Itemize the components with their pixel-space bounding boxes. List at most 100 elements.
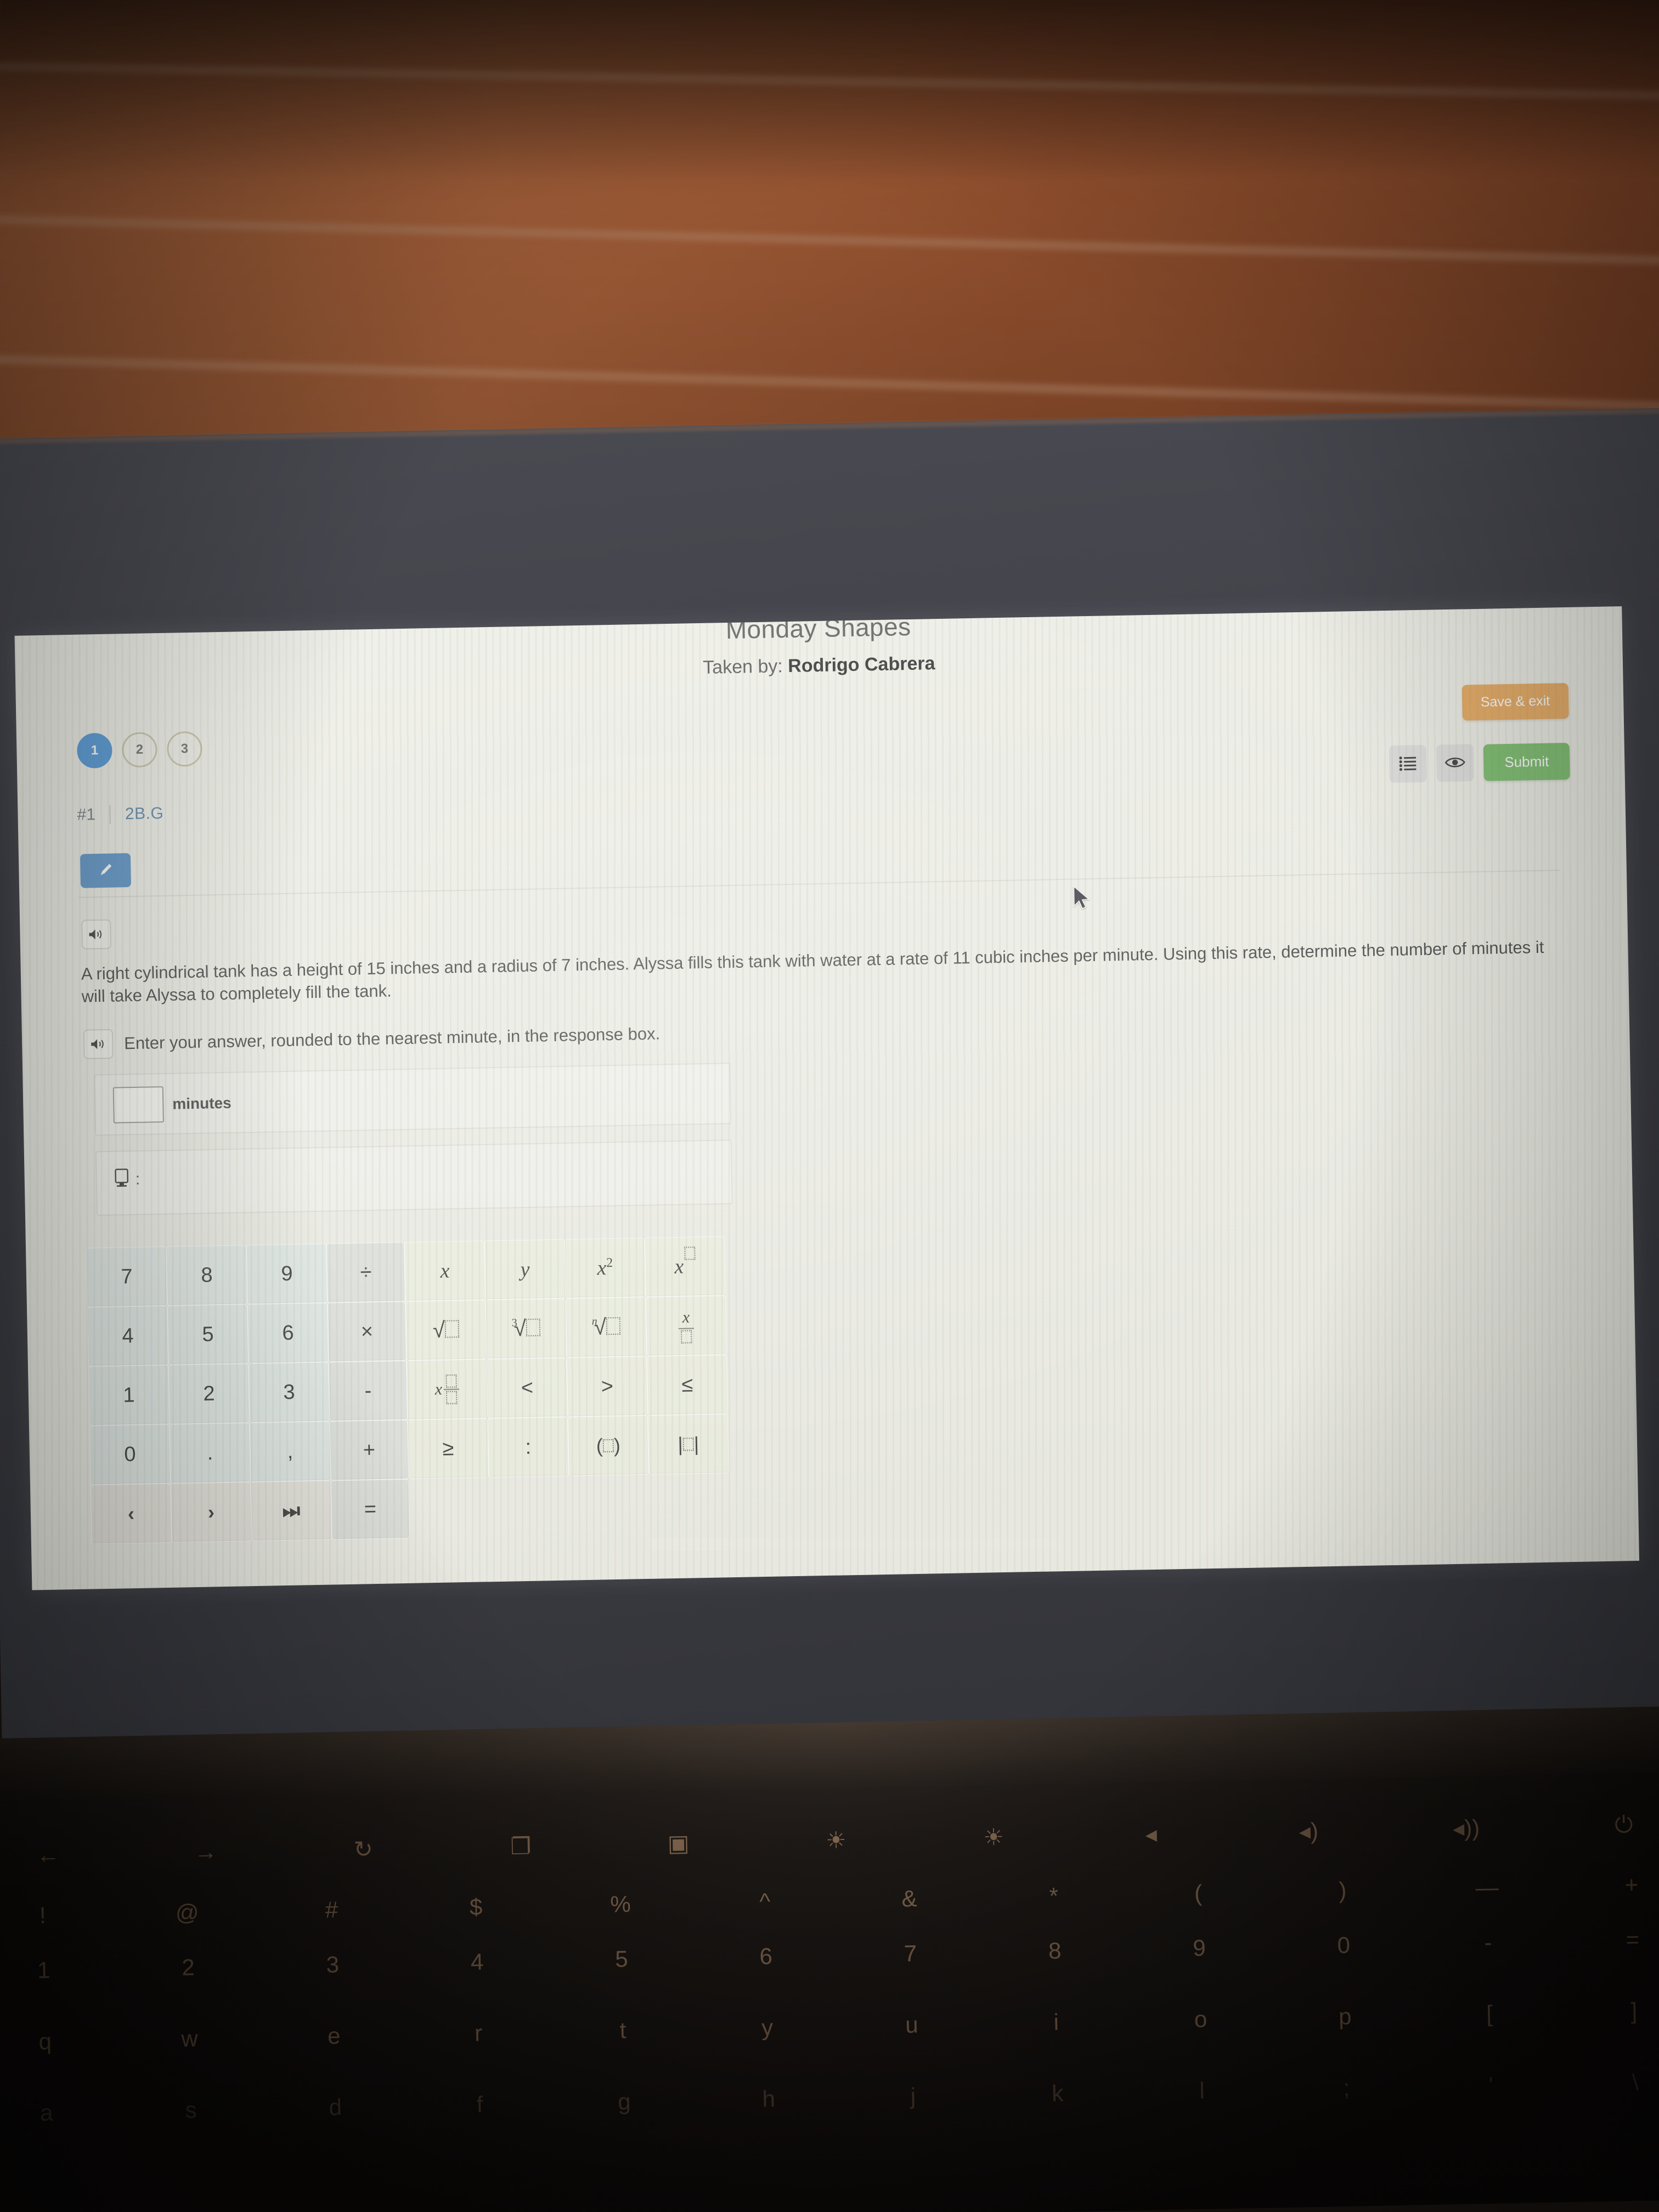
key-nth-root[interactable]: n √ (565, 1296, 647, 1358)
question-list-button[interactable] (1389, 744, 1427, 783)
key-3[interactable]: 3 (248, 1362, 330, 1423)
speaker-icon[interactable] (83, 1029, 114, 1059)
key-2[interactable]: 2 (168, 1363, 250, 1424)
step-2[interactable]: 2 (121, 732, 158, 768)
key-backslash[interactable]: \ (1563, 2068, 1659, 2097)
key-semicolon[interactable]: ; (1274, 2073, 1419, 2102)
key-fullscreen[interactable]: ❐ (442, 1831, 600, 1861)
key-brightness-down[interactable]: ☀ (757, 1825, 915, 1855)
key-w[interactable]: w (117, 2024, 262, 2053)
key-r[interactable]: r (406, 2019, 551, 2048)
key-bracket-close[interactable]: ] (1561, 1996, 1659, 2025)
key-5[interactable]: 5 (167, 1304, 249, 1365)
key-g[interactable]: g (552, 2087, 697, 2117)
keyboard-symbol-row[interactable]: ! @ # $ % ^ & * ( ) — + (0, 1870, 1659, 1930)
key-0[interactable]: 0 (89, 1424, 171, 1485)
key-minus[interactable]: - (328, 1360, 408, 1421)
key-paren-close[interactable]: ) (1270, 1876, 1415, 1905)
key-percent[interactable]: % (548, 1890, 693, 1919)
key-asterisk[interactable]: * (981, 1882, 1126, 1911)
key-d[interactable]: d (263, 2093, 408, 2122)
keyboard-number-row[interactable]: 1 2 3 4 5 6 7 8 9 0 - = (0, 1925, 1659, 1985)
key-kb-7[interactable]: 7 (838, 1939, 983, 1968)
cursor-left-button[interactable]: ‹ (90, 1483, 172, 1544)
key-brightness-up[interactable]: ☀ (915, 1822, 1073, 1852)
key-8[interactable]: 8 (166, 1245, 247, 1306)
keyboard-alpha-row-2[interactable]: a s d f g h j k l ; ' \ (0, 2068, 1659, 2128)
key-kb-2[interactable]: 2 (116, 1953, 261, 1982)
key-less-than[interactable]: < (486, 1357, 568, 1419)
annotate-pencil-button[interactable] (80, 853, 132, 888)
key-paren-open[interactable]: ( (1126, 1878, 1271, 1908)
step-pager[interactable]: 1 2 3 (76, 731, 203, 769)
key-kb-minus[interactable]: - (1415, 1928, 1560, 1957)
key-l[interactable]: l (1130, 2076, 1274, 2105)
key-kb-4[interactable]: 4 (405, 1948, 550, 1977)
key-plus-sym[interactable]: + (1559, 1870, 1659, 1899)
key-kb-0[interactable]: 0 (1271, 1931, 1416, 1960)
key-less-equal[interactable]: ≤ (646, 1355, 728, 1415)
key-7[interactable]: 7 (86, 1246, 168, 1307)
key-variable-x[interactable]: x (404, 1240, 486, 1301)
key-y[interactable]: y (695, 2013, 840, 2042)
key-plus[interactable]: + (329, 1419, 409, 1481)
trackpad-highlight[interactable] (647, 1536, 1064, 1553)
key-u[interactable]: u (839, 2011, 984, 2040)
key-reload[interactable]: ↻ (284, 1834, 442, 1864)
key-parentheses[interactable]: () (567, 1415, 649, 1476)
cursor-end-button[interactable]: ⏭ (250, 1480, 332, 1542)
key-variable-y[interactable]: y (484, 1239, 566, 1300)
key-ampersand[interactable]: & (837, 1884, 981, 1914)
cursor-right-button[interactable]: › (170, 1482, 252, 1543)
key-browser-forward[interactable]: → (127, 1837, 285, 1867)
save-and-exit-button[interactable]: Save & exit (1462, 682, 1569, 721)
key-hash[interactable]: # (259, 1895, 404, 1925)
submit-button[interactable]: Submit (1483, 742, 1570, 781)
key-6[interactable]: 6 (247, 1302, 329, 1364)
key-kb-8[interactable]: 8 (983, 1936, 1127, 1965)
key-1[interactable]: 1 (88, 1364, 170, 1426)
step-3[interactable]: 3 (166, 731, 203, 767)
key-quote[interactable]: ' (1418, 2070, 1563, 2100)
key-comma[interactable]: , (249, 1421, 331, 1482)
key-i[interactable]: i (984, 2007, 1128, 2036)
key-mute[interactable]: ◂ (1072, 1819, 1230, 1849)
key-9[interactable]: 9 (246, 1243, 328, 1305)
key-kb-5[interactable]: 5 (549, 1945, 694, 1974)
key-j[interactable]: j (840, 2081, 985, 2111)
key-x-squared[interactable]: x2 (564, 1237, 646, 1299)
preview-toggle-button[interactable] (1436, 744, 1474, 782)
key-browser-back[interactable]: ← (0, 1840, 127, 1870)
key-fraction-x-over-box[interactable]: x (645, 1295, 727, 1356)
key-greater-equal[interactable]: ≥ (407, 1418, 489, 1479)
key-multiply[interactable]: × (327, 1301, 407, 1362)
answer-input[interactable] (112, 1086, 164, 1124)
key-kb-3[interactable]: 3 (260, 1950, 405, 1979)
key-ratio-colon[interactable]: : (487, 1417, 569, 1478)
key-h[interactable]: h (696, 2085, 841, 2114)
key-e[interactable]: e (262, 2022, 407, 2051)
key-volume-down[interactable]: ◂) (1229, 1816, 1387, 1846)
key-4[interactable]: 4 (87, 1305, 168, 1367)
key-kb-1[interactable]: 1 (0, 1956, 116, 1985)
key-o[interactable]: o (1128, 2005, 1273, 2034)
key-t[interactable]: t (550, 2016, 695, 2045)
key-s[interactable]: s (119, 2096, 263, 2125)
keyboard-alpha-row[interactable]: q w e r t y u i o p [ ] (0, 1996, 1659, 2056)
key-equals[interactable]: = (330, 1479, 410, 1540)
key-f[interactable]: f (408, 2090, 552, 2119)
key-p[interactable]: p (1273, 2002, 1418, 2031)
key-exclamation[interactable]: ! (0, 1901, 115, 1930)
key-cube-root[interactable]: 3 √ (485, 1298, 567, 1359)
key-overview[interactable]: ▣ (599, 1828, 757, 1858)
key-caret[interactable]: ^ (692, 1887, 837, 1916)
math-keypad[interactable]: 7 8 9 4 5 6 1 2 3 0 . , ‹ › ⏭ ÷ × - + = … (86, 1236, 730, 1544)
key-kb-9[interactable]: 9 (1127, 1933, 1272, 1962)
key-x-power-box[interactable]: x (644, 1236, 726, 1297)
key-absolute-value[interactable]: | | (647, 1414, 729, 1475)
key-k[interactable]: k (985, 2079, 1130, 2108)
keyboard-function-row[interactable]: ← → ↻ ❐ ▣ ☀ ☀ ◂ ◂) ◂)) ⏻ (0, 1810, 1659, 1870)
step-1[interactable]: 1 (76, 732, 113, 769)
key-a[interactable]: a (0, 2098, 119, 2128)
standard-code[interactable]: 2B.G (125, 804, 164, 823)
